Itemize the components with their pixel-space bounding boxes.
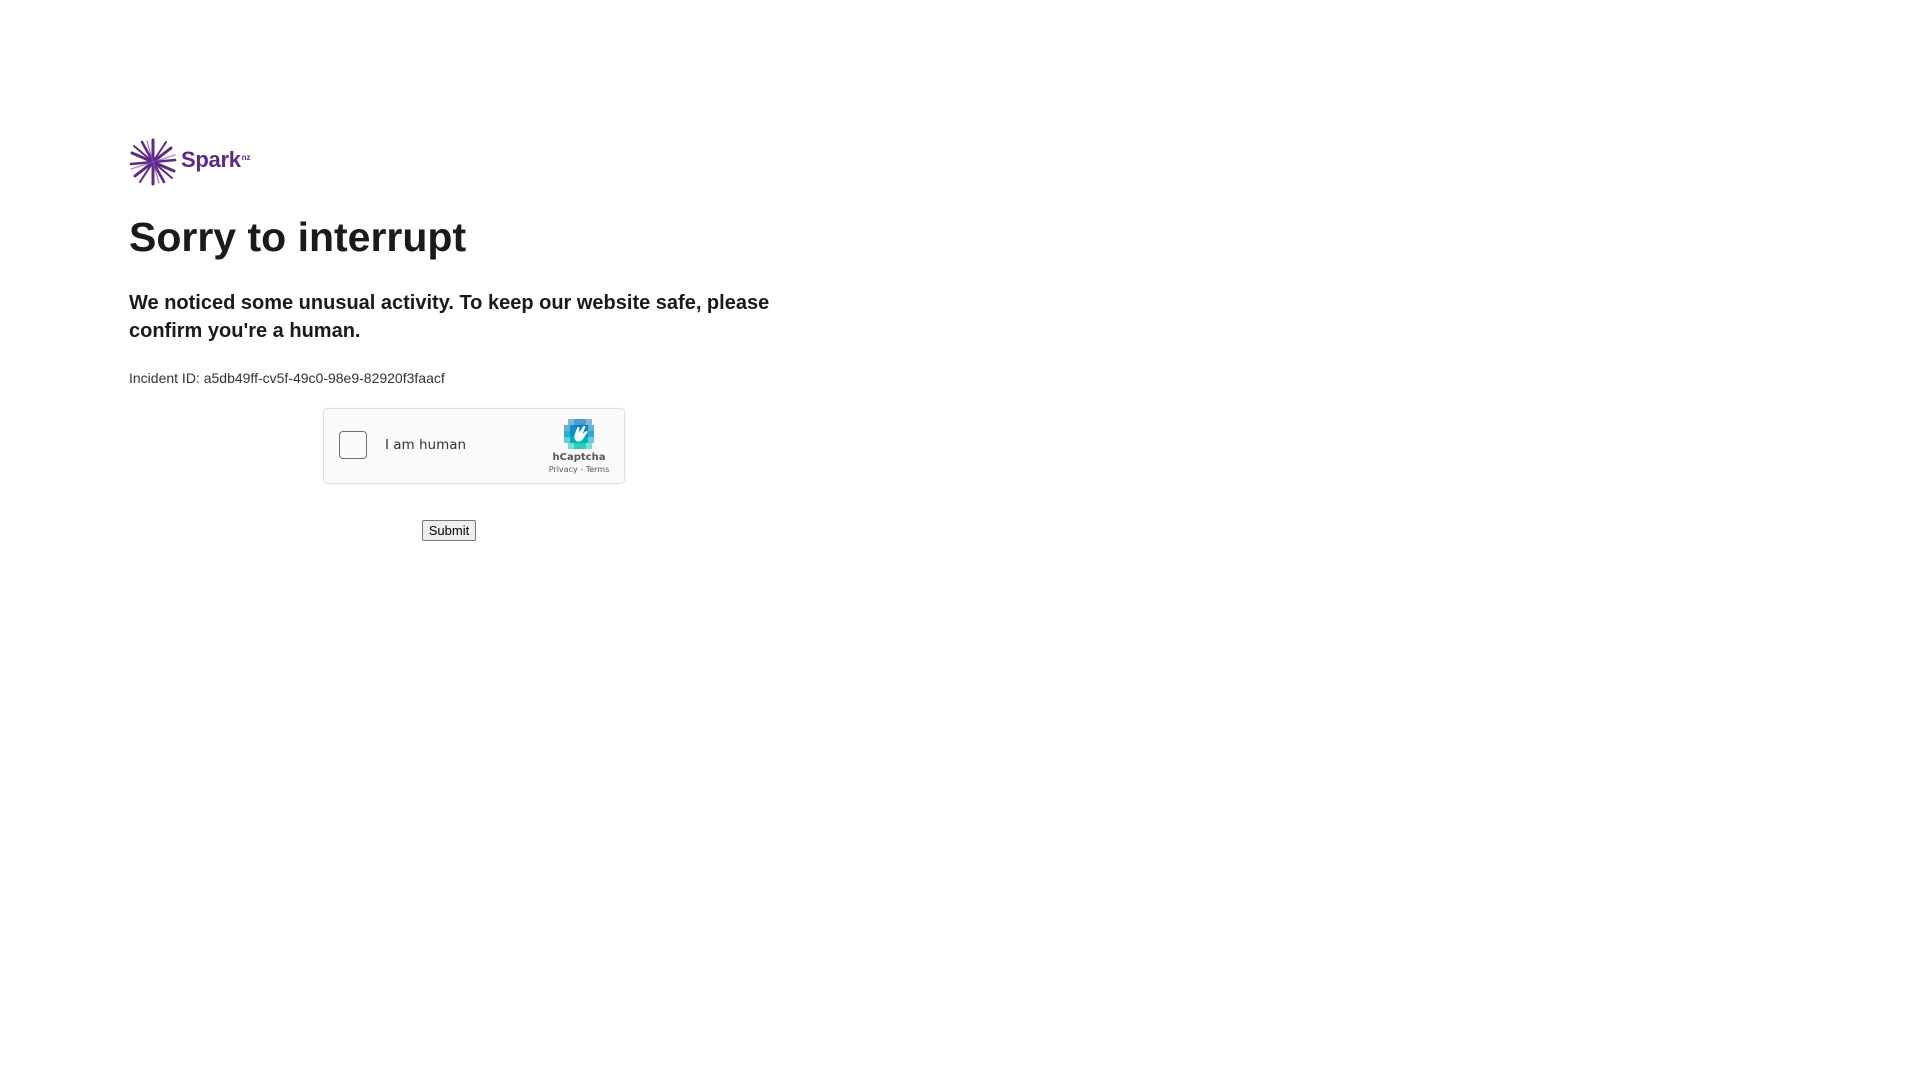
spark-star-icon (129, 138, 177, 186)
page-title: Sorry to interrupt (129, 214, 467, 260)
submit-button[interactable]: Submit (421, 520, 477, 541)
incident-label: Incident ID: (129, 370, 200, 387)
challenge-message: We noticed some unusual activity. To kee… (129, 292, 770, 343)
challenge-page: Spark nz Sorry to interrupt We noticed s… (129, 138, 809, 541)
captcha-link-separator: - (580, 465, 584, 474)
incident-id: a5db49ff-cv5f-49c0-98e9-82920f3faacf (203, 370, 445, 387)
spark-logo: Spark nz (129, 138, 809, 186)
spark-region-mark: nz (241, 153, 251, 162)
hcaptcha-logo-icon (564, 419, 594, 449)
captcha-privacy-link[interactable]: Privacy (549, 465, 578, 474)
captcha-legal-links: Privacy - Terms (544, 464, 614, 475)
captcha-checkbox-label: I am human (385, 437, 467, 453)
captcha-terms-link[interactable]: Terms (586, 465, 610, 474)
captcha-checkbox[interactable] (339, 431, 367, 459)
incident-line: Incident ID: a5db49ff-cv5f-49c0-98e9-829… (129, 370, 809, 386)
hcaptcha-widget: I am human hCaptcha Privacy - Terms (323, 408, 625, 484)
captcha-branding: hCaptcha Privacy - Terms (544, 417, 614, 475)
spark-wordmark: Spark (181, 147, 241, 172)
hcaptcha-brand-name: hCaptcha (552, 452, 606, 463)
submit-row: Submit (129, 520, 735, 541)
